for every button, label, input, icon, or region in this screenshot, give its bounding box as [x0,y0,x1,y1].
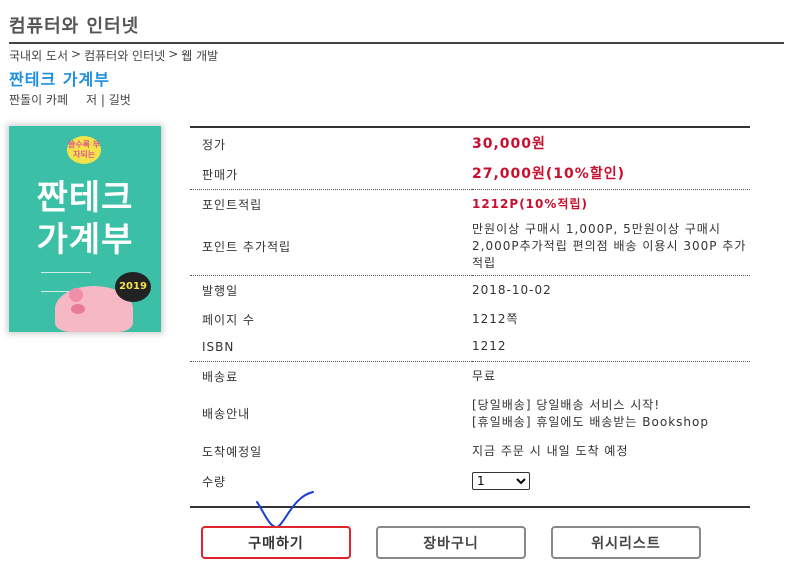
shipping-fee-value: 무료 [472,360,750,391]
breadcrumb-separator: > [168,47,179,61]
book-cover-image: 쓸수록 부자되는 짠테크 가계부 2019 [9,126,161,332]
pages-value: 1212쪽 [472,311,519,326]
isbn-label: ISBN [202,339,235,354]
product-info-table: 정가 30,000원 판매가 27,000원(10%할인) 포인트적립 1212… [190,126,750,496]
row-isbn: ISBN 1212 [190,333,750,361]
arrival-value: 지금 주문 시 내일 도착 예정 [472,443,629,458]
shipping-info-label: 배송안내 [202,407,251,421]
row-shipping-fee: 배송료 무료 [190,360,750,391]
arrival-label: 도착예정일 [202,444,263,459]
list-price-label: 정가 [190,126,472,160]
add-to-cart-button[interactable]: 장바구니 [376,526,526,559]
breadcrumb: 국내외 도서 > 컴퓨터와 인터넷 > 웹 개발 [9,47,218,64]
category-title: 컴퓨터와 인터넷 [9,16,140,37]
book-meta: 짠돌이 카페 저 | 길벗 [9,91,131,108]
shipping-info-line-1: [당일배송] 당일배송 서비스 시작! [472,397,661,412]
cover-year-badge: 2019 [115,272,151,302]
shipping-fee-label: 배송료 [190,360,472,391]
isbn-value: 1212 [472,339,507,354]
breadcrumb-item-web-dev[interactable]: 웹 개발 [181,47,218,64]
points-value: 1212P(10%적립) [472,188,750,219]
row-shipping-info: 배송안내 [당일배송] 당일배송 서비스 시작! [휴일배송] 휴일에도 배송받… [190,391,750,436]
buy-button[interactable]: 구매하기 [201,526,351,559]
quantity-label: 수량 [202,474,227,489]
shipping-info-value: [당일배송] 당일배송 서비스 시작! [휴일배송] 휴일에도 배송받는 Boo… [472,391,750,436]
quantity-select[interactable]: 1 [472,472,530,490]
extra-points-value: 만원이상 구매시 1,000P, 5만원이상 구매시 2,000P추가적립 편의… [472,222,747,271]
cover-tag: 쓸수록 부자되는 [67,136,101,164]
row-pub-date: 발행일 2018-10-02 [190,274,750,305]
row-arrival: 도착예정일 지금 주문 시 내일 도착 예정 [190,436,750,466]
row-list-price: 정가 30,000원 [190,126,750,160]
breadcrumb-item-computers[interactable]: 컴퓨터와 인터넷 [84,47,165,64]
pub-date-value: 2018-10-02 [472,274,750,305]
title-divider [9,42,784,44]
extra-points-label: 포인트 추가적립 [202,240,292,255]
row-extra-points: 포인트 추가적립 만원이상 구매시 1,000P, 5만원이상 구매시 2,00… [190,219,750,275]
row-sale-price: 판매가 27,000원(10%할인) [190,160,750,189]
book-author: 저 | 길벗 [86,93,131,107]
sale-price-value: 27,000원(10%할인) [472,165,625,182]
cover-title-line2: 가계부 [36,220,134,260]
pages-label: 페이지 수 [202,312,255,327]
sale-price-label: 판매가 [202,167,239,182]
pub-date-label: 발행일 [190,274,472,305]
row-points: 포인트적립 1212P(10%적립) [190,188,750,219]
piggy-ear [69,288,83,302]
list-price-value: 30,000원 [472,126,750,160]
breadcrumb-item-domestic-books[interactable]: 국내외 도서 [9,47,68,64]
breadcrumb-separator: > [71,47,82,61]
shipping-info-line-2: [휴일배송] 휴일에도 배송받는 Bookshop [472,414,709,429]
row-pages: 페이지 수 1212쪽 [190,305,750,333]
book-publisher: 짠돌이 카페 [9,93,69,107]
piggy-snout [71,304,85,314]
book-title: 짠테크 가계부 [9,70,110,89]
wishlist-button[interactable]: 위시리스트 [551,526,701,559]
points-label: 포인트적립 [190,188,472,219]
